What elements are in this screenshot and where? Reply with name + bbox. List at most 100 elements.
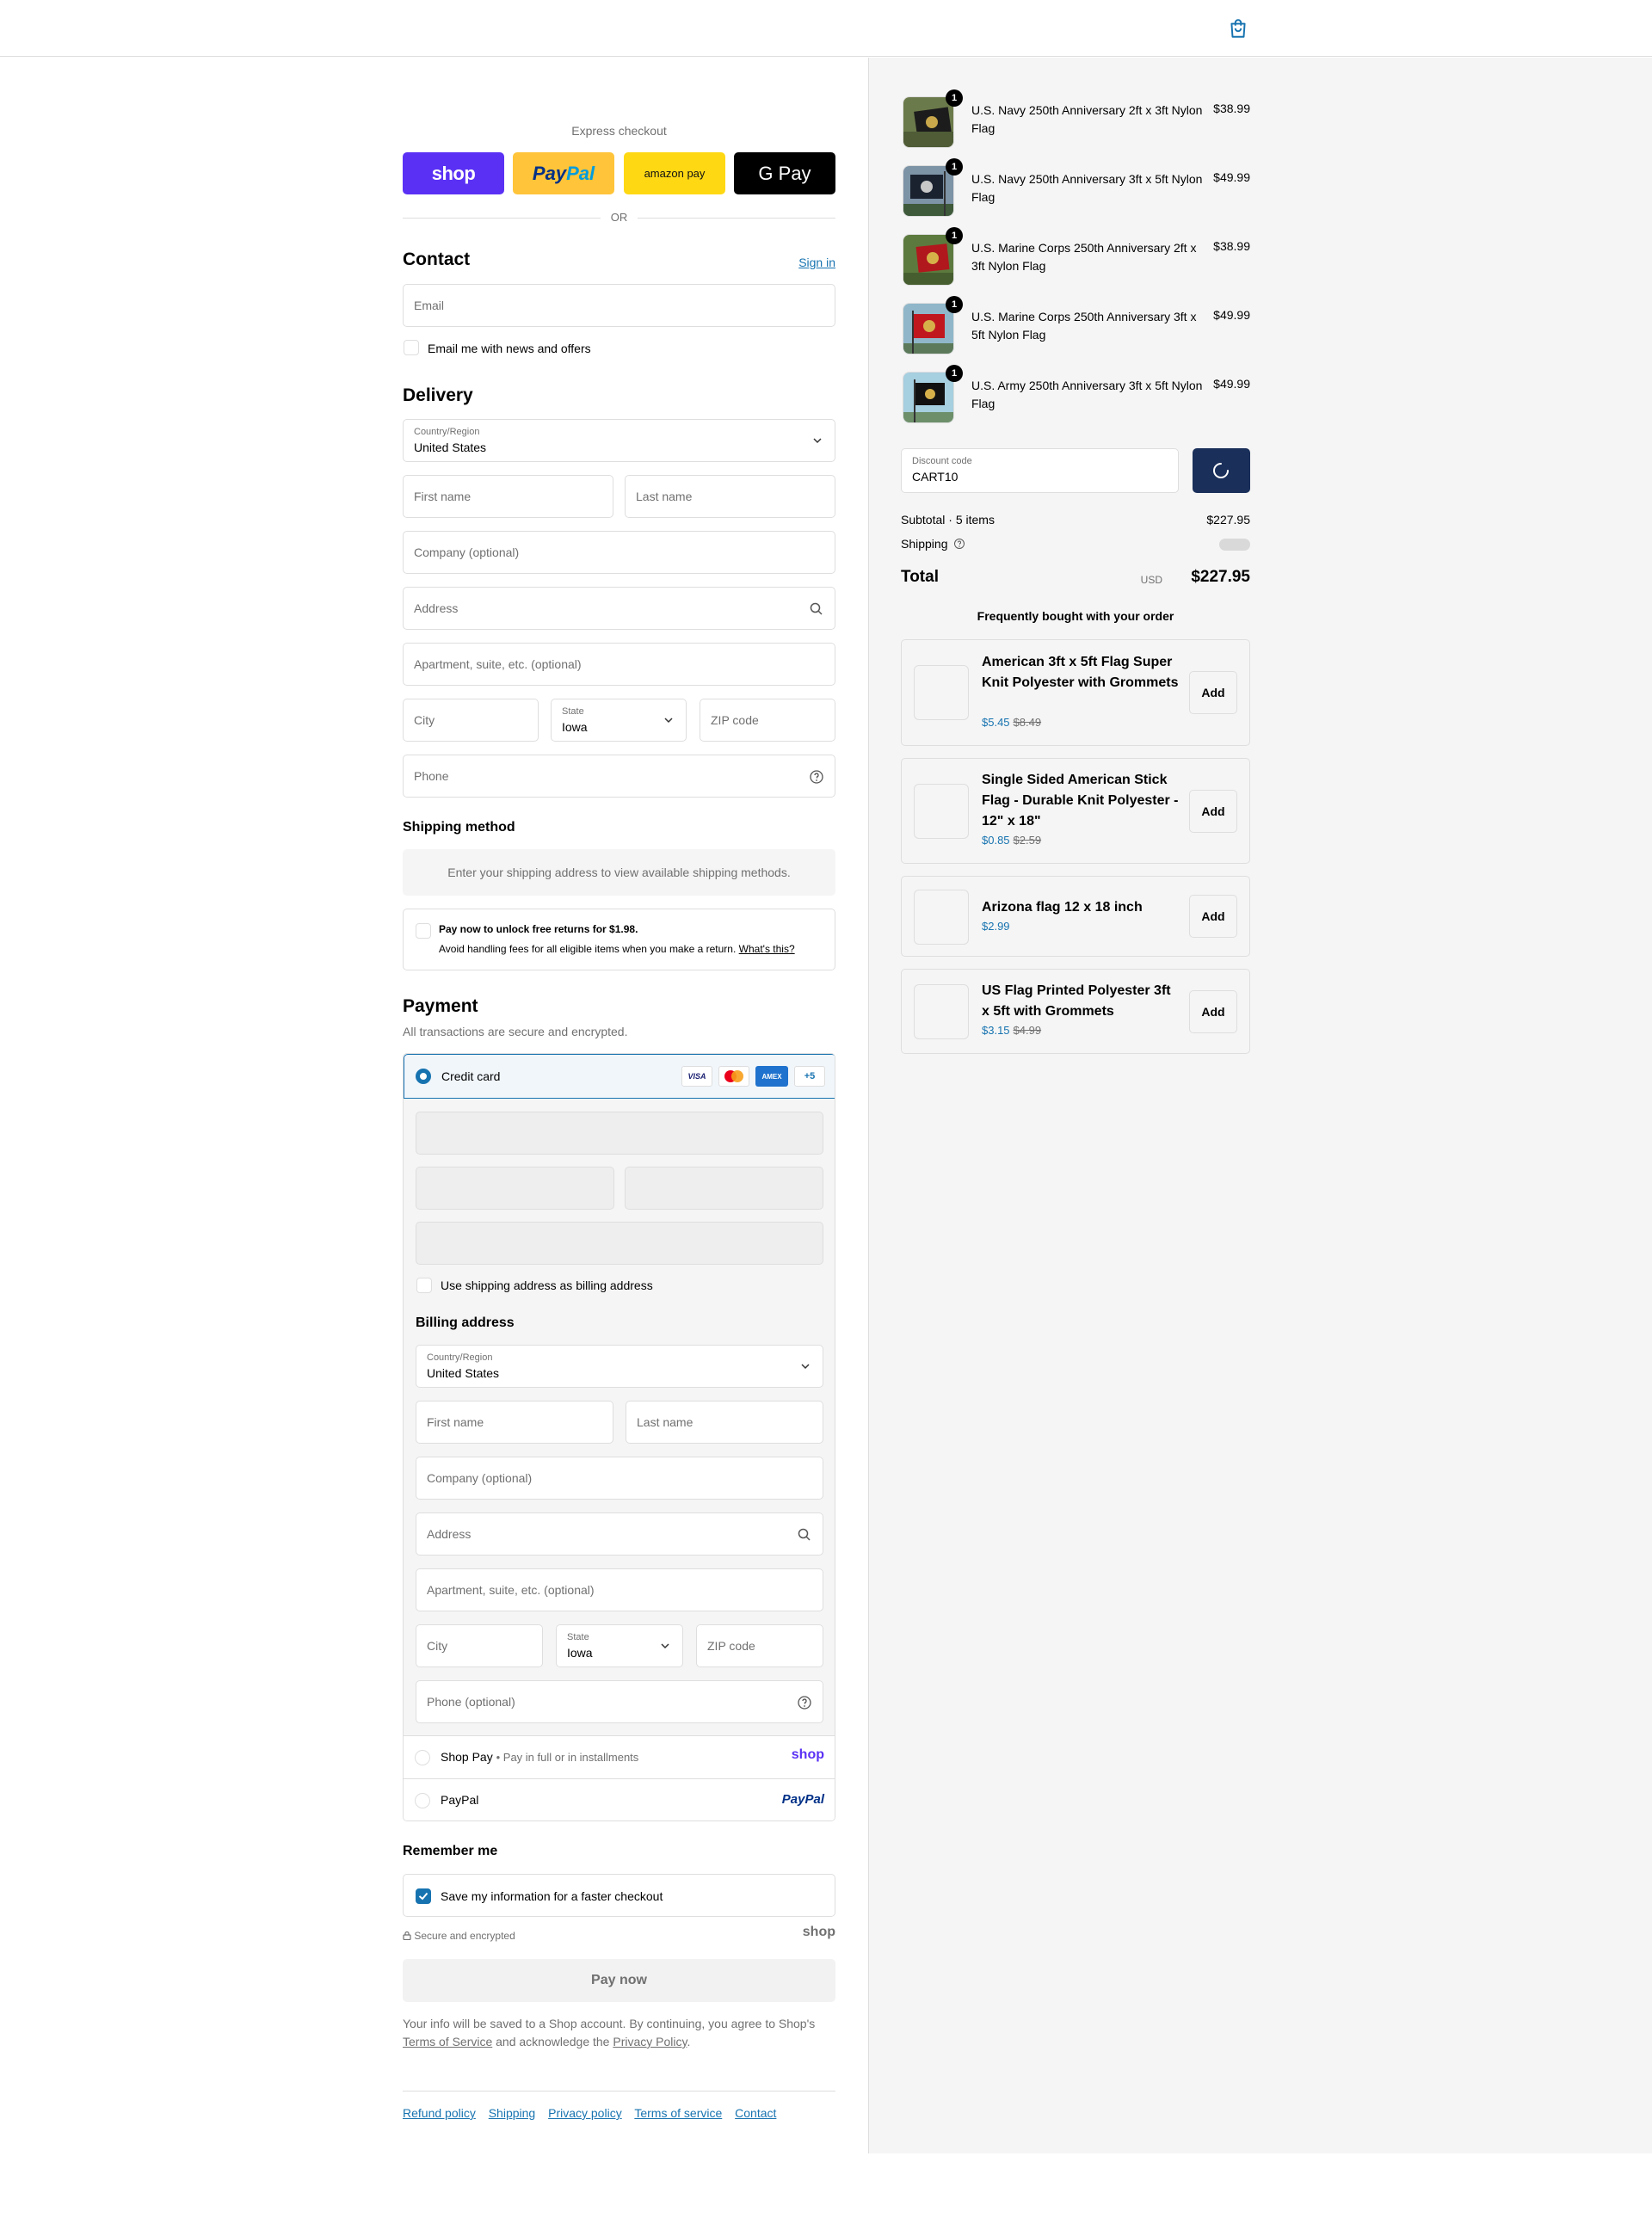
billing-country-select[interactable]: Country/Region United States [416,1345,823,1388]
last-name-field[interactable]: Last name [625,475,835,518]
phone-field[interactable]: Phone [403,755,835,798]
whats-this-link[interactable]: What's this? [739,943,795,955]
shop-pay-name: Shop Pay [441,1750,493,1764]
footer-divider [403,2091,835,2092]
subtotal-value: $227.95 [1206,513,1250,527]
line-item: 1 U.S. Marine Corps 250th Anniversary 3f… [901,296,1250,356]
city-field[interactable]: City [403,699,539,742]
line-item: 1 U.S. Navy 250th Anniversary 2ft x 3ft … [901,89,1250,150]
terms-link[interactable]: Terms of Service [403,2035,492,2048]
product-image [903,234,954,286]
product-image [903,303,954,354]
secure-text: Secure and encrypted [414,1930,515,1942]
paypal-option[interactable]: PayPal PayPal [404,1778,835,1820]
zip-field[interactable]: ZIP code [700,699,835,742]
help-circle-icon[interactable] [953,538,965,550]
shop-pay-button[interactable]: shop [403,152,504,194]
billing-company-field[interactable]: Company (optional) [416,1457,823,1500]
google-pay-button[interactable]: G Pay [734,152,835,194]
state-select[interactable]: State Iowa [551,699,687,742]
product-image [903,96,954,148]
loading-spinner-icon [1213,463,1229,478]
discount-code-field[interactable]: Discount code CART10 [901,448,1179,493]
country-select[interactable]: Country/Region United States [403,419,835,462]
payment-methods: Credit card VISA AMEX +5 Use shipping ad… [403,1053,835,1821]
shop-pay-sub-text: Pay in full or in installments [502,1751,639,1764]
country-label: Country/Region [414,427,480,437]
contact-link[interactable]: Contact [735,2106,776,2120]
product-image [903,372,954,423]
shop-pay-option[interactable]: Shop Pay • Pay in full or in installment… [404,1735,835,1778]
amex-icon: AMEX [755,1066,788,1087]
upsell-current-price: $0.85 [982,834,1010,847]
first-name-field[interactable]: First name [403,475,613,518]
billing-zip-field[interactable]: ZIP code [696,1624,823,1667]
pay-now-button[interactable]: Pay now [403,1959,835,2002]
chevron-down-icon [664,718,673,724]
add-upsell-button[interactable]: Add [1189,990,1237,1033]
shop-pay-radio[interactable] [415,1750,430,1765]
upsell-original-price: $2.59 [1013,834,1042,847]
save-info-checkbox[interactable] [416,1888,431,1904]
privacy-policy-link[interactable]: Privacy policy [548,2106,622,2120]
terms-of-service-link[interactable]: Terms of service [634,2106,722,2120]
paypal-radio[interactable] [415,1793,430,1808]
billing-zip-placeholder: ZIP code [707,1639,755,1653]
card-name-field[interactable] [416,1222,823,1265]
email-field[interactable]: Email [403,284,835,327]
billing-city-field[interactable]: City [416,1624,543,1667]
amazon-pay-button[interactable]: amazon pay [624,152,725,194]
use-shipping-checkbox[interactable] [416,1278,432,1293]
help-circle-icon[interactable] [809,769,824,785]
billing-apartment-field[interactable]: Apartment, suite, etc. (optional) [416,1568,823,1611]
total-label: Total [901,568,939,586]
billing-first-name-placeholder: First name [427,1415,484,1429]
add-upsell-button[interactable]: Add [1189,790,1237,833]
sign-in-link[interactable]: Sign in [798,256,835,269]
upsell-current-price: $3.15 [982,1024,1010,1037]
card-number-field[interactable] [416,1112,823,1155]
item-name: U.S. Marine Corps 250th Anniversary 3ft … [971,310,1197,342]
apply-discount-button[interactable] [1193,448,1250,493]
billing-phone-field[interactable]: Phone (optional) [416,1680,823,1723]
paypal-button[interactable]: Pay Pal [513,152,614,194]
item-price: $49.99 [1213,377,1250,391]
card-cvv-field[interactable] [625,1167,823,1210]
address-field[interactable]: Address [403,587,835,630]
phone-placeholder: Phone [414,769,449,783]
paypal-label: PayPal [441,1793,479,1807]
refund-policy-link[interactable]: Refund policy [403,2106,476,2120]
legal-text: Your info will be saved to a Shop accoun… [403,2015,835,2051]
add-upsell-button[interactable]: Add [1189,671,1237,714]
shopping-bag-icon[interactable] [1227,17,1249,40]
card-expiry-field[interactable] [416,1167,614,1210]
upsell-name: US Flag Printed Polyester 3ft x 5ft with… [982,983,1171,1019]
upsell-original-price: $4.99 [1013,1024,1042,1037]
item-price: $49.99 [1213,308,1250,322]
legal-text-1: Your info will be saved to a Shop accoun… [403,2017,816,2030]
free-returns-title: Pay now to unlock free returns for $1.98… [439,923,638,935]
credit-card-option[interactable]: Credit card VISA AMEX +5 [404,1054,835,1099]
shop-pay-logo: shop [791,1747,824,1762]
free-returns-box: Pay now to unlock free returns for $1.98… [403,909,835,970]
credit-card-radio[interactable] [416,1069,431,1084]
remember-me-box: Save my information for a faster checkou… [403,1874,835,1917]
billing-address-field[interactable]: Address [416,1512,823,1556]
checkmark-icon [418,1892,428,1901]
item-name: U.S. Navy 250th Anniversary 2ft x 3ft Ny… [971,103,1203,135]
billing-company-placeholder: Company (optional) [427,1471,533,1485]
free-returns-checkbox[interactable] [416,923,431,939]
upsell-card: US Flag Printed Polyester 3ft x 5ft with… [901,969,1250,1054]
discount-code-value: CART10 [912,470,959,484]
help-circle-icon[interactable] [797,1695,812,1710]
add-upsell-button[interactable]: Add [1189,895,1237,938]
shipping-link[interactable]: Shipping [489,2106,536,2120]
billing-state-select[interactable]: State Iowa [556,1624,683,1667]
billing-first-name-field[interactable]: First name [416,1401,613,1444]
privacy-link[interactable]: Privacy Policy [613,2035,687,2048]
upsell-current-price: $5.45 [982,716,1010,729]
news-checkbox[interactable] [404,340,419,355]
billing-last-name-field[interactable]: Last name [626,1401,823,1444]
company-field[interactable]: Company (optional) [403,531,835,574]
apartment-field[interactable]: Apartment, suite, etc. (optional) [403,643,835,686]
